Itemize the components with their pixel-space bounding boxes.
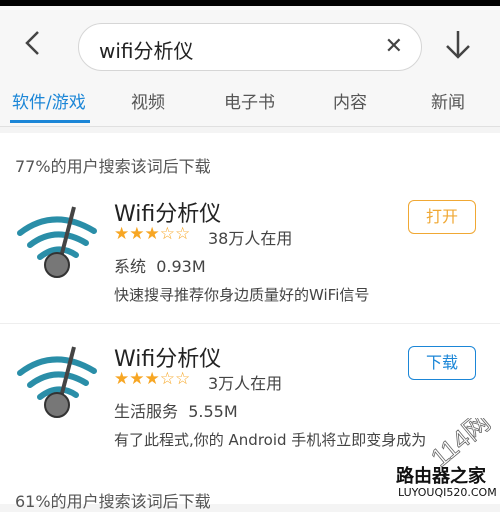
wifi-analyzer-icon <box>17 206 97 278</box>
search-header: wifi分析仪 ✕ <box>0 6 500 80</box>
user-count: 3万人在用 <box>208 374 283 393</box>
active-tab-indicator <box>10 120 90 123</box>
tab-ebook[interactable]: 电子书 <box>224 88 275 113</box>
watermark-url: LUYOUQI520.COM <box>398 486 497 499</box>
download-button[interactable]: 下载 <box>408 346 476 380</box>
tab-video[interactable]: 视频 <box>131 88 165 113</box>
close-icon[interactable]: ✕ <box>385 35 403 59</box>
app-description: 快速搜寻推荐你身边质量好的WiFi信号 <box>114 286 370 304</box>
app-meta: 生活服务 5.55M <box>114 398 238 422</box>
app-category: 系统 <box>114 257 147 276</box>
app-size: 0.93M <box>156 257 206 276</box>
section-label: 77%的用户搜索该词后下载 <box>15 157 211 176</box>
rating-stars: ★★★☆☆ <box>114 369 191 389</box>
rating-stars: ★★★☆☆ <box>114 224 191 244</box>
app-description: 有了此程式,你的 Android 手机将立即变身成为 <box>114 431 427 449</box>
tab-news[interactable]: 新闻 <box>431 88 465 113</box>
divider <box>0 323 500 324</box>
app-category: 生活服务 <box>114 402 179 421</box>
back-arrow-icon[interactable] <box>20 28 46 58</box>
category-tabs: 软件/游戏 视频 电子书 内容 新闻 <box>0 80 500 127</box>
app-meta: 系统 0.93M <box>114 253 206 277</box>
download-arrow-icon[interactable] <box>443 28 473 62</box>
tab-content[interactable]: 内容 <box>333 88 367 113</box>
section-label: 61%的用户搜索该词后下载 <box>15 492 211 511</box>
app-size: 5.55M <box>188 402 238 421</box>
user-count: 38万人在用 <box>208 229 293 248</box>
search-query[interactable]: wifi分析仪 <box>99 35 194 64</box>
wifi-analyzer-icon <box>17 346 97 418</box>
watermark-text: 路由器之家 <box>396 466 486 487</box>
search-input[interactable]: wifi分析仪 ✕ <box>78 23 422 71</box>
open-button[interactable]: 打开 <box>408 200 476 234</box>
tab-software-games[interactable]: 软件/游戏 <box>12 88 86 113</box>
